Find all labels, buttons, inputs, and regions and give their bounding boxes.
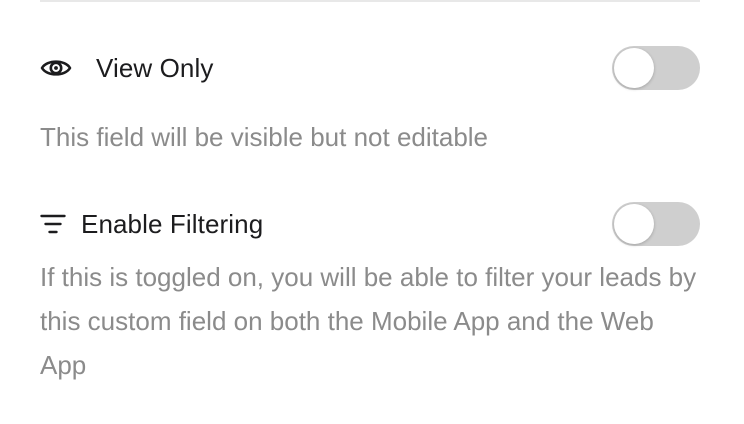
- view-only-setting: View Only: [40, 45, 700, 91]
- enable-filtering-setting: Enable Filtering: [40, 201, 700, 247]
- enable-filtering-toggle[interactable]: [612, 202, 700, 246]
- enable-filtering-description: If this is toggled on, you will be able …: [40, 262, 697, 380]
- eye-icon: [40, 54, 72, 82]
- view-only-description: This field will be visible but not edita…: [40, 122, 489, 152]
- toggle-knob: [614, 48, 654, 88]
- toggle-knob: [614, 204, 654, 244]
- view-only-toggle[interactable]: [612, 46, 700, 90]
- section-divider: [40, 0, 700, 2]
- enable-filtering-label: Enable Filtering: [81, 208, 264, 239]
- filter-icon: [40, 210, 66, 238]
- view-only-label: View Only: [96, 52, 214, 83]
